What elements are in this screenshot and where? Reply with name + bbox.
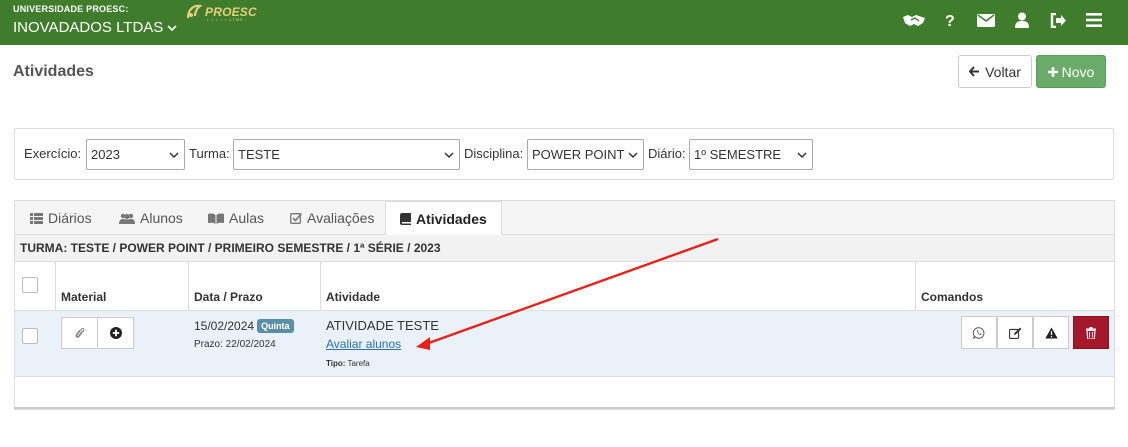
column-header-atividade: Atividade (326, 290, 381, 304)
page-title: Atividades (13, 63, 94, 80)
turma-label: Turma: (189, 146, 230, 161)
whatsapp-button[interactable] (961, 316, 997, 349)
menu-icon[interactable] (1076, 9, 1112, 31)
activities-panel: Diários Alunos Aulas Avaliações Atividad… (14, 200, 1115, 410)
chevron-down-icon (167, 24, 177, 31)
table-header: Material Data / Prazo Atividade Comandos (15, 262, 1114, 311)
type-label: Tipo: (326, 359, 346, 368)
edit-button[interactable] (997, 316, 1033, 349)
column-header-comandos: Comandos (921, 290, 984, 304)
panel-footer-line (14, 407, 1115, 409)
proesc-logo: PROESC • • • • • LTME (185, 2, 257, 22)
company-name: INOVADADOS LTDAS (13, 19, 164, 36)
top-icon-bar: ? (896, 9, 1112, 31)
handshake-icon[interactable] (896, 9, 932, 31)
diario-select[interactable]: 1º SEMESTRE (689, 139, 813, 170)
table-row: 15/02/2024 Quinta Prazo: 22/02/2024 ATIV… (15, 311, 1114, 377)
chevron-down-icon (444, 152, 454, 159)
select-all-checkbox[interactable] (22, 277, 38, 293)
delete-button[interactable] (1073, 316, 1109, 349)
book-icon (400, 212, 411, 225)
turma-select[interactable]: TESTE (233, 139, 460, 170)
voltar-button[interactable]: Voltar (958, 55, 1032, 88)
tab-alunos[interactable]: Alunos (119, 201, 183, 235)
add-material-button[interactable] (97, 317, 134, 349)
tab-atividades[interactable]: Atividades (385, 201, 502, 236)
date-value: 15/02/2024 (194, 319, 255, 333)
university-name: UNIVERSIDADE PROESC: (13, 4, 129, 14)
users-icon (119, 213, 135, 224)
tab-label: Atividades (416, 210, 487, 227)
disciplina-select[interactable]: POWER POINT (527, 139, 644, 170)
voltar-label: Voltar (985, 63, 1021, 80)
diario-value: 1º SEMESTRE (694, 147, 782, 162)
row-checkbox[interactable] (22, 328, 38, 344)
activity-title: ATIVIDADE TESTE (326, 318, 439, 333)
deadline-text: Prazo: 22/02/2024 (194, 339, 276, 350)
arrow-left-icon (969, 66, 980, 77)
tab-label: Alunos (140, 210, 183, 226)
column-header-material: Material (61, 290, 107, 304)
warning-button[interactable] (1033, 316, 1069, 349)
activity-type: Tipo: Tarefa (326, 359, 370, 368)
tab-aulas[interactable]: Aulas (208, 201, 264, 235)
chevron-down-icon (628, 152, 638, 159)
chevron-down-icon (169, 152, 179, 159)
diario-label: Diário: (648, 146, 686, 161)
trash-icon (1086, 326, 1096, 339)
edit-icon (1008, 327, 1021, 339)
activity-date: 15/02/2024 Quinta (194, 319, 294, 333)
type-value: Tarefa (347, 359, 370, 368)
paperclip-icon (74, 327, 84, 338)
avaliar-alunos-link[interactable]: Avaliar alunos (326, 337, 401, 351)
company-selector[interactable]: INOVADADOS LTDAS (13, 19, 177, 36)
tab-bar: Diários Alunos Aulas Avaliações Atividad… (15, 201, 1114, 236)
book-open-icon (208, 212, 224, 224)
column-header-data: Data / Prazo (194, 290, 263, 304)
exercicio-select[interactable]: 2023 (86, 139, 185, 170)
chevron-down-icon (797, 152, 807, 159)
exercicio-value: 2023 (91, 147, 120, 162)
novo-button[interactable]: Novo (1036, 55, 1106, 88)
disciplina-value: POWER POINT (532, 147, 625, 162)
tab-avaliacoes[interactable]: Avaliações (290, 201, 374, 235)
filter-panel: Exercício: 2023 Turma: TESTE Disciplina:… (14, 128, 1114, 180)
novo-label: Novo (1061, 63, 1095, 80)
logo-mark-icon (186, 4, 203, 19)
tab-label: Avaliações (307, 210, 375, 226)
logout-icon[interactable] (1040, 9, 1076, 31)
disciplina-label: Disciplina: (464, 146, 524, 161)
top-bar: UNIVERSIDADE PROESC: INOVADADOS LTDAS PR… (0, 0, 1128, 45)
list-icon (30, 212, 43, 224)
warning-icon (1044, 327, 1058, 338)
envelope-icon[interactable] (968, 9, 1004, 31)
turma-value: TESTE (238, 147, 280, 162)
question-icon[interactable]: ? (932, 9, 968, 31)
weekday-badge: Quinta (257, 319, 294, 333)
svg-text:?: ? (945, 13, 955, 28)
user-icon[interactable] (1004, 9, 1040, 31)
attachment-button[interactable] (61, 317, 98, 349)
breadcrumb: TURMA: TESTE / POWER POINT / PRIMEIRO SE… (15, 235, 1114, 262)
tab-label: Diários (48, 210, 92, 226)
plus-circle-icon (109, 327, 122, 339)
whatsapp-icon (973, 326, 985, 339)
exercicio-label: Exercício: (24, 146, 82, 161)
check-square-icon (290, 212, 302, 224)
logo-subtext: • • • • • LTME (207, 17, 244, 22)
tab-label: Aulas (229, 210, 265, 226)
plus-icon (1047, 66, 1058, 77)
tab-diarios[interactable]: Diários (30, 201, 92, 235)
